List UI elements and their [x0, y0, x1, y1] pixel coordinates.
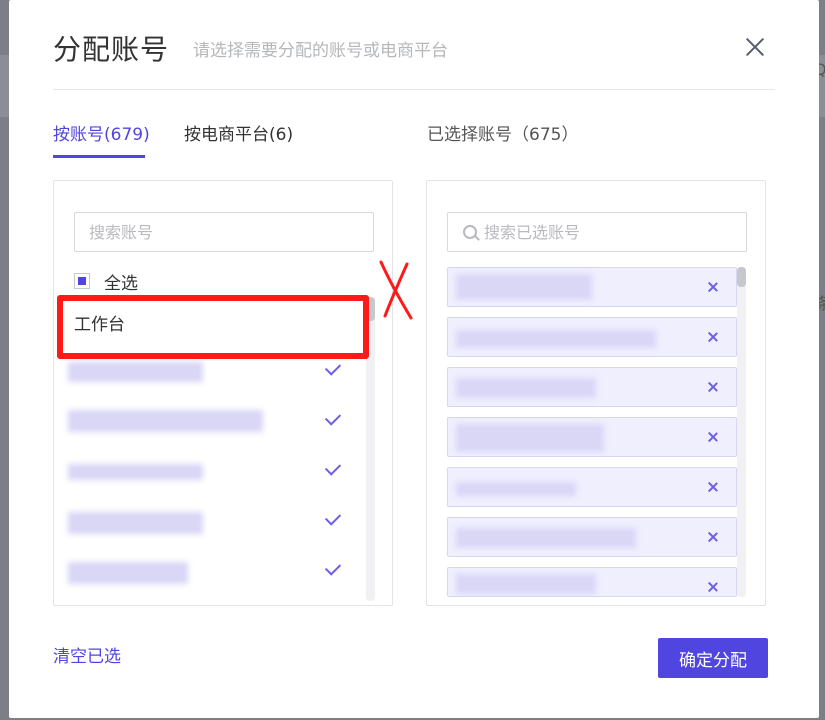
redacted-account-name	[68, 562, 188, 584]
tab-by-platform[interactable]: 按电商平台(6)	[184, 120, 293, 145]
redacted-account-name	[68, 410, 263, 432]
redacted-account-name	[456, 574, 596, 594]
selected-item	[447, 267, 737, 307]
header-divider	[53, 89, 775, 90]
checkbox-indeterminate-icon	[74, 273, 90, 289]
select-all-label: 全选	[104, 273, 138, 294]
search-account-input[interactable]	[74, 212, 374, 252]
check-icon	[324, 559, 342, 576]
assign-account-dialog: 分配账号 请选择需要分配的账号或电商平台 按账号(679) 按电商平台(6) 已…	[9, 0, 819, 718]
redacted-account-name	[68, 512, 203, 534]
scrollbar-thumb[interactable]	[737, 267, 746, 287]
redacted-account-name	[456, 424, 604, 452]
list-item[interactable]	[54, 498, 368, 548]
selected-accounts-panel	[426, 180, 766, 606]
selected-item	[447, 517, 737, 557]
check-icon	[324, 409, 342, 426]
clear-selected-link[interactable]: 清空已选	[53, 642, 121, 667]
check-icon	[324, 459, 342, 476]
list-item[interactable]	[54, 398, 368, 448]
close-icon[interactable]	[737, 30, 773, 66]
remove-icon[interactable]	[706, 480, 720, 494]
selected-item	[447, 467, 737, 507]
remove-icon[interactable]	[706, 430, 720, 444]
remove-icon[interactable]	[706, 380, 720, 394]
search-selected-input[interactable]	[447, 212, 747, 252]
remove-icon[interactable]	[706, 330, 720, 344]
check-icon	[324, 509, 342, 526]
right-list-scrollbar[interactable]	[737, 267, 746, 597]
list-item[interactable]	[54, 548, 368, 598]
annotation-x-mark	[379, 260, 413, 320]
list-item[interactable]	[54, 448, 368, 498]
selected-accounts-title: 已选择账号（675）	[427, 125, 579, 145]
redacted-account-name	[456, 330, 656, 348]
confirm-assign-button[interactable]: 确定分配	[658, 638, 768, 678]
redacted-account-name	[456, 378, 596, 398]
selected-item	[447, 417, 737, 457]
search-icon	[463, 225, 477, 239]
remove-icon[interactable]	[706, 580, 720, 594]
select-all-checkbox[interactable]: 全选	[74, 269, 138, 294]
redacted-account-name	[456, 482, 576, 496]
check-icon	[324, 359, 342, 376]
tab-by-account[interactable]: 按账号(679)	[53, 120, 150, 145]
selected-account-list	[447, 267, 737, 607]
account-list-panel: 全选 工作台	[53, 180, 393, 606]
redacted-account-name	[68, 464, 203, 480]
remove-icon[interactable]	[706, 280, 720, 294]
dialog-subtitle: 请选择需要分配的账号或电商平台	[193, 41, 448, 61]
selected-item	[447, 367, 737, 407]
remove-icon[interactable]	[706, 530, 720, 544]
dialog-title: 分配账号	[53, 33, 170, 66]
annotation-highlight-box	[57, 295, 369, 359]
redacted-account-name	[456, 528, 636, 548]
selected-item	[447, 567, 737, 597]
redacted-account-name	[456, 274, 592, 300]
active-tab-indicator	[53, 155, 145, 158]
redacted-account-name	[68, 362, 203, 382]
selected-item	[447, 317, 737, 357]
